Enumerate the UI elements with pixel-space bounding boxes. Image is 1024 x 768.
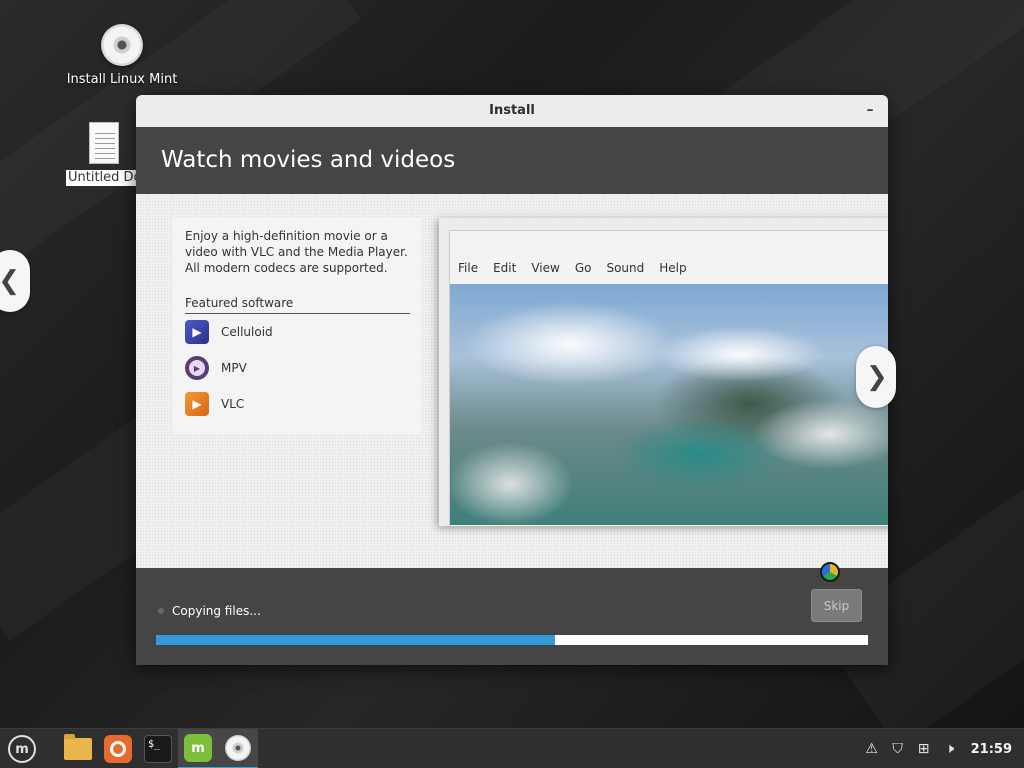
featured-software-heading: Featured software xyxy=(185,296,410,314)
window-title: Install xyxy=(489,103,535,118)
taskbar: m $_ m ⚠ ⛉ ⊞ 🕨 21:59 xyxy=(0,728,1024,768)
install-footer: Copying files... Skip xyxy=(136,568,888,665)
media-player-window: File Edit View Go Sound Help xyxy=(449,230,888,526)
app-name: VLC xyxy=(221,397,245,411)
desktop-icon-untitled-document[interactable]: Untitled Document xyxy=(66,122,142,186)
progress-bar xyxy=(156,635,868,645)
mpv-icon: ▶ xyxy=(185,356,209,380)
desktop-icon-install-linux-mint[interactable]: Install Linux Mint xyxy=(62,24,182,87)
mint-logo-icon: m xyxy=(8,735,36,763)
previous-slide-button[interactable]: ❮ xyxy=(0,250,30,312)
busy-cursor-icon xyxy=(820,562,840,582)
minimize-button[interactable]: – xyxy=(862,95,878,127)
status-text: Copying files... xyxy=(172,604,261,618)
player-menu-bar: File Edit View Go Sound Help xyxy=(450,231,888,285)
terminal-icon: $_ xyxy=(144,735,172,763)
document-icon xyxy=(89,122,119,164)
menu-file: File xyxy=(458,261,479,275)
page-title: Watch movies and videos xyxy=(136,127,888,194)
volume-icon[interactable]: 🕨 xyxy=(941,740,959,758)
shield-icon[interactable]: ⛉ xyxy=(889,740,907,758)
slideshow: Enjoy a high-definition movie or a video… xyxy=(136,194,888,568)
vlc-icon: ▶ xyxy=(185,392,209,416)
title-bar[interactable]: Install – xyxy=(136,95,888,127)
disc-icon xyxy=(225,735,251,761)
chevron-right-icon: ❯ xyxy=(866,362,888,392)
clock[interactable]: 21:59 xyxy=(971,742,1012,757)
taskbar-files-button[interactable] xyxy=(58,729,98,768)
app-name: MPV xyxy=(221,361,247,375)
video-frame-aerial-clouds xyxy=(450,284,888,525)
folder-icon xyxy=(64,734,92,760)
menu-edit: Edit xyxy=(493,261,517,275)
menu-help: Help xyxy=(659,261,687,275)
desktop-icon-label: Untitled Document xyxy=(66,170,142,186)
app-name: Celluloid xyxy=(221,325,273,339)
skip-button[interactable]: Skip xyxy=(811,589,862,622)
menu-sound: Sound xyxy=(606,261,645,275)
menu-view: View xyxy=(531,261,560,275)
celluloid-icon: ▶ xyxy=(185,320,209,344)
disc-icon xyxy=(101,24,143,66)
desktop-icon-label: Install Linux Mint xyxy=(66,72,178,87)
mint-update-icon: m xyxy=(184,734,212,762)
featured-app-celluloid: ▶ Celluloid xyxy=(185,314,409,350)
slide-text-card: Enjoy a high-definition movie or a video… xyxy=(173,218,421,434)
chevron-left-icon: ❮ xyxy=(0,266,20,296)
next-slide-button[interactable]: ❯ xyxy=(856,346,896,408)
menu-go: Go xyxy=(574,261,592,275)
taskbar-installer-button[interactable] xyxy=(218,729,258,768)
mint-menu-button[interactable]: m xyxy=(2,729,42,768)
firefox-icon xyxy=(104,735,132,763)
taskbar-firefox-button[interactable] xyxy=(98,729,138,768)
featured-app-vlc: ▶ VLC xyxy=(185,386,409,422)
notification-icon[interactable]: ⚠ xyxy=(863,740,881,758)
network-icon[interactable]: ⊞ xyxy=(915,740,933,758)
taskbar-update-manager-button[interactable]: m xyxy=(178,729,218,768)
media-player-screenshot: File Edit View Go Sound Help xyxy=(439,218,888,526)
system-tray: ⚠ ⛉ ⊞ 🕨 21:59 xyxy=(859,729,1024,768)
progress-bar-fill xyxy=(156,635,555,645)
install-window: Install – Watch movies and videos Enjoy … xyxy=(136,95,888,665)
spinner-icon xyxy=(158,608,164,614)
slide-intro-text: Enjoy a high-definition movie or a video… xyxy=(185,229,408,275)
taskbar-terminal-button[interactable]: $_ xyxy=(138,729,178,768)
featured-app-mpv: ▶ MPV xyxy=(185,350,409,386)
